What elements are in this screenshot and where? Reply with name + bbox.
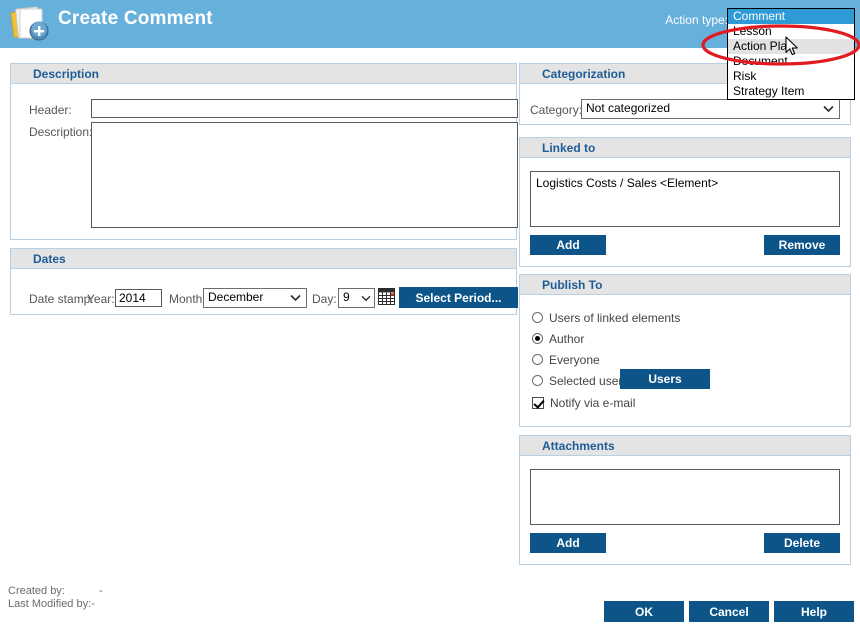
day-label: Day:: [312, 292, 337, 306]
created-by-value: -: [99, 585, 103, 597]
chevron-down-icon: [823, 100, 834, 118]
action-type-dropdown[interactable]: Comment Lesson Action Plan Document Risk…: [727, 8, 855, 100]
last-modified-by-row: Last Modified by:-: [8, 598, 95, 610]
radio-label: Everyone: [549, 353, 600, 367]
attachments-panel: Attachments Add Delete: [519, 435, 851, 565]
month-select-value: December: [208, 290, 263, 304]
radio-selected-users[interactable]: Selected users: [532, 370, 628, 391]
description-field-label: Description:: [29, 125, 92, 139]
description-textarea[interactable]: [91, 122, 518, 228]
header-field-label: Header:: [29, 103, 72, 117]
checkbox-icon[interactable]: [532, 397, 544, 409]
action-type-label: Action type:: [665, 13, 728, 27]
year-label: Year:: [87, 292, 115, 306]
attachments-listbox[interactable]: [530, 469, 840, 525]
day-select-value: 9: [343, 290, 350, 304]
dropdown-option-action-plan[interactable]: Action Plan: [728, 39, 854, 54]
create-comment-dialog: Create Comment Action type: Comment Less…: [0, 0, 860, 631]
dropdown-option-document[interactable]: Document: [728, 54, 854, 69]
day-select[interactable]: 9: [338, 288, 375, 308]
created-by-label: Created by:: [8, 585, 65, 597]
list-item[interactable]: Logistics Costs / Sales <Element>: [536, 176, 834, 190]
page-title: Create Comment: [58, 8, 213, 30]
category-select[interactable]: Not categorized: [581, 99, 840, 119]
dates-panel: Dates Date stamp: Year: Month: December …: [10, 248, 517, 315]
radio-users-of-linked-elements[interactable]: Users of linked elements: [532, 307, 680, 328]
radio-label: Author: [549, 332, 584, 346]
radio-label: Selected users: [549, 374, 628, 388]
linked-to-listbox[interactable]: Logistics Costs / Sales <Element>: [530, 171, 840, 227]
attachments-panel-title: Attachments: [520, 436, 850, 456]
help-button[interactable]: Help: [774, 601, 854, 622]
header-input[interactable]: [91, 99, 518, 118]
radio-author[interactable]: Author: [532, 328, 584, 349]
linked-to-panel: Linked to Logistics Costs / Sales <Eleme…: [519, 137, 851, 267]
notify-label: Notify via e-mail: [550, 396, 635, 410]
date-stamp-label: Date stamp:: [29, 292, 94, 306]
description-panel-title: Description: [11, 64, 516, 84]
last-modified-by-value: -: [91, 598, 95, 610]
radio-label: Users of linked elements: [549, 311, 680, 325]
notify-via-email-row[interactable]: Notify via e-mail: [532, 392, 635, 413]
dropdown-option-risk[interactable]: Risk: [728, 69, 854, 84]
linked-to-remove-button[interactable]: Remove: [764, 235, 840, 255]
description-panel: Description Header: Description:: [10, 63, 517, 240]
ok-button[interactable]: OK: [604, 601, 684, 622]
linked-to-panel-title: Linked to: [520, 138, 850, 158]
month-label: Month:: [169, 292, 206, 306]
dropdown-option-comment[interactable]: Comment: [728, 9, 854, 24]
publish-to-panel-title: Publish To: [520, 275, 850, 295]
attachments-delete-button[interactable]: Delete: [764, 533, 840, 553]
year-input[interactable]: [115, 289, 162, 307]
category-select-value: Not categorized: [586, 101, 670, 115]
dropdown-option-strategy-item[interactable]: Strategy Item: [728, 84, 854, 99]
new-document-icon: [8, 4, 52, 44]
last-modified-by-label: Last Modified by:: [8, 598, 91, 610]
cancel-button[interactable]: Cancel: [689, 601, 769, 622]
month-select[interactable]: December: [203, 288, 307, 308]
attachments-add-button[interactable]: Add: [530, 533, 606, 553]
select-period-button[interactable]: Select Period...: [399, 287, 518, 308]
chevron-down-icon: [361, 289, 371, 307]
radio-everyone[interactable]: Everyone: [532, 349, 600, 370]
calendar-icon[interactable]: [378, 288, 395, 308]
publish-to-panel: Publish To Users of linked elements Auth…: [519, 274, 851, 427]
radio-button-icon[interactable]: [532, 354, 543, 365]
users-button[interactable]: Users: [620, 369, 710, 389]
created-by-row: Created by: -: [8, 585, 103, 597]
radio-button-icon[interactable]: [532, 375, 543, 386]
linked-to-add-button[interactable]: Add: [530, 235, 606, 255]
radio-button-icon[interactable]: [532, 312, 543, 323]
chevron-down-icon: [290, 289, 301, 307]
radio-button-icon[interactable]: [532, 333, 543, 344]
category-label: Category:: [530, 103, 582, 117]
dropdown-option-lesson[interactable]: Lesson: [728, 24, 854, 39]
dates-panel-title: Dates: [11, 249, 516, 269]
